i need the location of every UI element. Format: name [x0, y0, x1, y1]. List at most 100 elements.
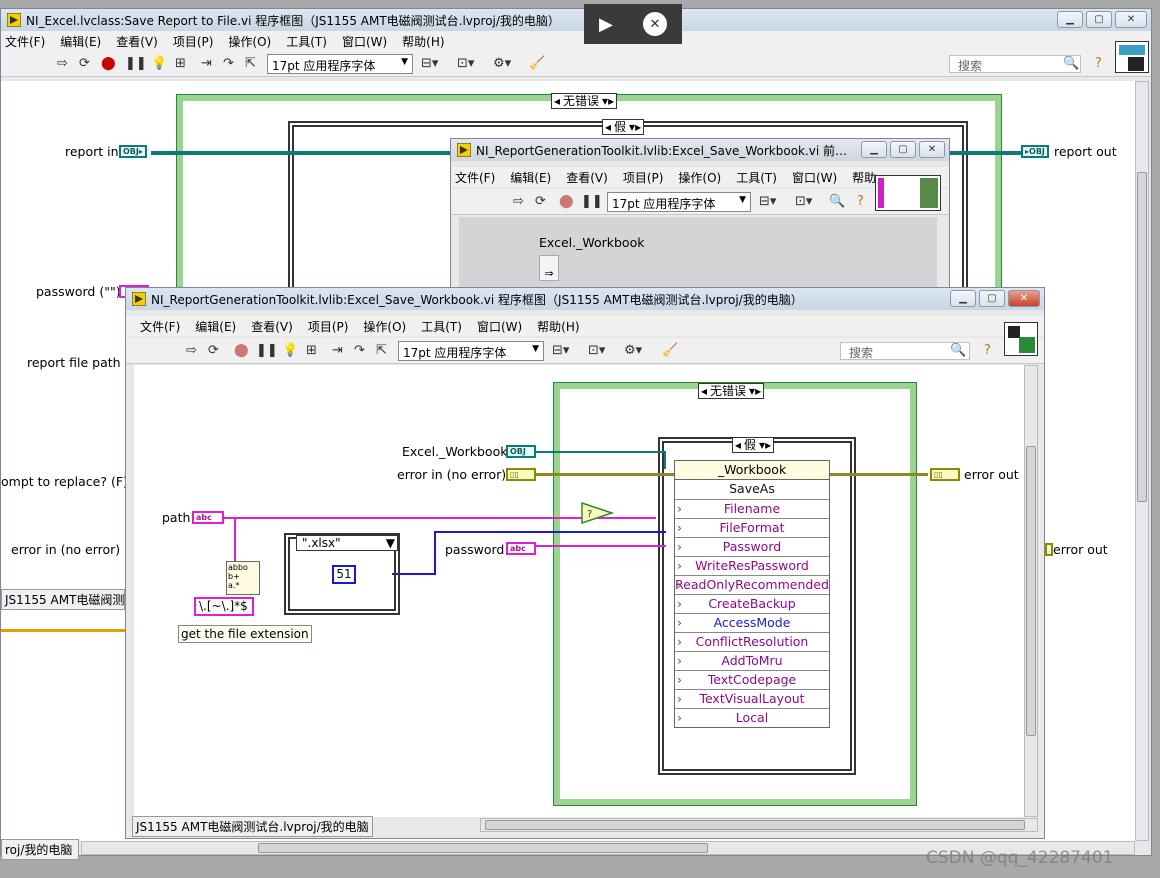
- overlay-close-icon[interactable]: ✕: [642, 12, 667, 36]
- front-error-out-terminal[interactable]: ▯▯: [930, 468, 960, 481]
- front-help-icon[interactable]: ?: [984, 343, 991, 359]
- front-step-into-icon[interactable]: ⇥: [332, 343, 343, 359]
- back-case-selector-inner[interactable]: ◂ 假 ▾▸: [602, 119, 645, 135]
- param-filename[interactable]: Filename: [675, 499, 829, 518]
- extension-case-selector[interactable]: ".xlsx" ▼: [296, 535, 398, 551]
- mid-distribute-icon[interactable]: ⊡▾: [795, 194, 812, 210]
- param-accessmode[interactable]: AccessMode: [675, 613, 829, 632]
- reorder-icon[interactable]: ⚙▾: [493, 56, 511, 72]
- saveas-invoke-node[interactable]: _Workbook SaveAs Filename FileFormat Pas…: [674, 460, 830, 728]
- search-input[interactable]: 搜索: [949, 55, 1081, 73]
- front-step-over-icon[interactable]: ↷: [354, 343, 365, 359]
- mid-run-arrow-icon[interactable]: ⇨: [513, 194, 524, 210]
- run-continuous-icon[interactable]: ⟳: [79, 56, 90, 72]
- front-step-out-icon[interactable]: ⇱: [376, 343, 387, 359]
- back-error-out-terminal[interactable]: [1045, 543, 1053, 556]
- back-vertical-scrollbar[interactable]: [1135, 81, 1149, 841]
- menu-view[interactable]: 查看(V): [116, 33, 158, 50]
- mid-menu-help[interactable]: 帮助: [852, 169, 876, 186]
- front-pause-icon[interactable]: ❚❚: [256, 343, 278, 359]
- menu-edit[interactable]: 编辑(E): [60, 33, 101, 50]
- front-menu-file[interactable]: 文件(F): [140, 318, 180, 335]
- front-search-icon[interactable]: 🔍: [950, 343, 966, 359]
- menu-file[interactable]: 文件(F): [5, 33, 45, 50]
- menu-operate[interactable]: 操作(O): [228, 33, 271, 50]
- mid-minimize-button[interactable]: ▁: [861, 141, 887, 158]
- highlight-execution-icon[interactable]: 💡: [151, 56, 167, 72]
- front-maximize-button[interactable]: ▢: [979, 290, 1005, 307]
- front-run-continuous-icon[interactable]: ⟳: [208, 343, 219, 359]
- mid-menu-project[interactable]: 项目(P): [623, 169, 664, 186]
- maximize-button[interactable]: ▢: [1086, 11, 1112, 28]
- menu-project[interactable]: 项目(P): [173, 33, 214, 50]
- match-regex-node[interactable]: abbo b+ a.*: [226, 561, 260, 595]
- param-password[interactable]: Password: [675, 537, 829, 556]
- mid-menu-window[interactable]: 窗口(W): [792, 169, 837, 186]
- mid-menu-tools[interactable]: 工具(T): [736, 169, 777, 186]
- param-local[interactable]: Local: [675, 708, 829, 727]
- run-arrow-icon[interactable]: ⇨: [57, 56, 68, 72]
- mid-menu-view[interactable]: 查看(V): [566, 169, 608, 186]
- mid-menu-edit[interactable]: 编辑(E): [510, 169, 551, 186]
- pause-icon[interactable]: ❚❚: [125, 56, 147, 72]
- front-connector-icon[interactable]: [1004, 322, 1038, 356]
- param-textcodepage[interactable]: TextCodepage: [675, 670, 829, 689]
- play-icon[interactable]: ▶: [599, 14, 613, 35]
- param-writerespassword[interactable]: WriteResPassword: [675, 556, 829, 575]
- param-fileformat[interactable]: FileFormat: [675, 518, 829, 537]
- front-abort-icon[interactable]: ⬤: [234, 343, 249, 359]
- front-reorder-icon[interactable]: ⚙▾: [624, 343, 642, 359]
- retain-wire-icon[interactable]: ⊞: [175, 56, 186, 72]
- regex-constant[interactable]: \.[~\.]*$: [194, 597, 254, 616]
- mid-align-icon[interactable]: ⊟▾: [759, 194, 776, 210]
- param-createbackup[interactable]: CreateBackup: [675, 594, 829, 613]
- fileformat-constant[interactable]: 51: [332, 565, 356, 584]
- front-vertical-scrollbar[interactable]: [1024, 365, 1038, 817]
- distribute-icon[interactable]: ⊡▾: [457, 56, 474, 72]
- front-block-diagram[interactable]: ◂ 无错误 ▾▸ ◂ 假 ▾▸ Excel._Workbook OBJ error in…: [134, 365, 1024, 817]
- front-menu-help[interactable]: 帮助(H): [537, 318, 579, 335]
- mid-abort-icon[interactable]: ⬤: [559, 194, 574, 210]
- mid-help-icon[interactable]: ?: [857, 194, 864, 210]
- menu-help[interactable]: 帮助(H): [402, 33, 444, 50]
- front-menu-tools[interactable]: 工具(T): [421, 318, 462, 335]
- mid-connector-icon[interactable]: [875, 175, 941, 211]
- align-icon[interactable]: ⊟▾: [421, 56, 438, 72]
- not-equal-node[interactable]: ?: [580, 501, 614, 525]
- report-out-terminal[interactable]: ▸OBJ: [1021, 145, 1049, 158]
- front-distribute-icon[interactable]: ⊡▾: [588, 343, 605, 359]
- abort-icon[interactable]: ⬤: [101, 56, 116, 72]
- front-case-selector-inner[interactable]: ◂ 假 ▾▸: [732, 437, 775, 453]
- mid-maximize-button[interactable]: ▢: [890, 141, 916, 158]
- mid-menu-file[interactable]: 文件(F): [455, 169, 495, 186]
- front-menu-operate[interactable]: 操作(O): [363, 318, 406, 335]
- back-window-titlebar[interactable]: NI_Excel.lvclass:Save Report to File.vi …: [1, 9, 1151, 31]
- param-conflictresolution[interactable]: ConflictResolution: [675, 632, 829, 651]
- front-font-selector[interactable]: 17pt 应用程序字体 ▼: [398, 341, 544, 361]
- param-addtomru[interactable]: AddToMru: [675, 651, 829, 670]
- menu-window[interactable]: 窗口(W): [342, 33, 387, 50]
- front-menu-view[interactable]: 查看(V): [251, 318, 293, 335]
- search-icon[interactable]: 🔍: [1063, 56, 1079, 72]
- workbook-refnum-control[interactable]: ⇒: [539, 255, 559, 281]
- mid-menu-operate[interactable]: 操作(O): [678, 169, 721, 186]
- front-menu-edit[interactable]: 编辑(E): [195, 318, 236, 335]
- step-out-icon[interactable]: ⇱: [245, 56, 256, 72]
- front-run-arrow-icon[interactable]: ⇨: [186, 343, 197, 359]
- excel-workbook-terminal[interactable]: OBJ: [506, 445, 536, 458]
- minimize-button[interactable]: ▁: [1057, 11, 1083, 28]
- front-align-icon[interactable]: ⊟▾: [552, 343, 569, 359]
- front-cleanup-icon[interactable]: 🧹: [662, 343, 678, 359]
- back-case-selector-outer[interactable]: ◂ 无错误 ▾▸: [551, 93, 618, 109]
- front-case-selector-outer[interactable]: ◂ 无错误 ▾▸: [698, 383, 765, 399]
- mid-font-selector[interactable]: 17pt 应用程序字体 ▼: [607, 192, 751, 212]
- front-menu-window[interactable]: 窗口(W): [477, 318, 522, 335]
- path-terminal[interactable]: abc: [192, 511, 224, 524]
- front-window-titlebar[interactable]: NI_ReportGenerationToolkit.lvlib:Excel_S…: [126, 288, 1044, 310]
- mid-close-button[interactable]: ✕: [919, 141, 945, 158]
- password-terminal[interactable]: abc: [506, 542, 536, 555]
- menu-tools[interactable]: 工具(T): [286, 33, 327, 50]
- front-highlight-execution-icon[interactable]: 💡: [282, 343, 298, 359]
- mid-run-continuous-icon[interactable]: ⟳: [535, 194, 546, 210]
- step-over-icon[interactable]: ↷: [223, 56, 234, 72]
